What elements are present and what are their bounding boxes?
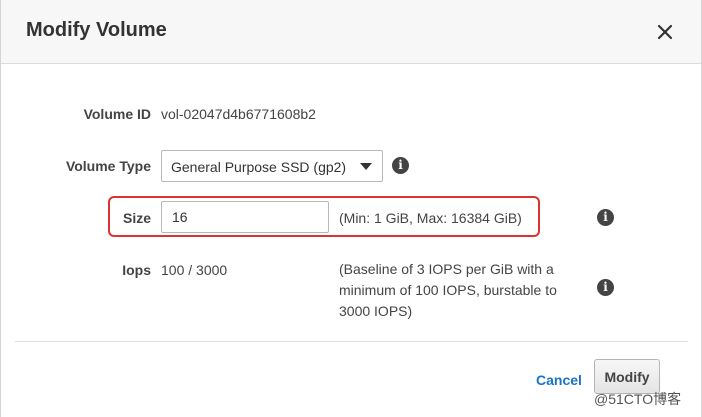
volume-id-value: vol-02047d4b6771608b2 (161, 106, 316, 122)
volume-type-select[interactable]: General Purpose SSD (gp2) (161, 150, 383, 182)
cancel-button[interactable]: Cancel (536, 372, 582, 388)
size-info-icon[interactable]: i (597, 209, 614, 226)
iops-note-line: (Baseline of 3 IOPS per GiB with a (339, 261, 554, 277)
chevron-down-icon (360, 163, 372, 170)
iops-note-line: minimum of 100 IOPS, burstable to (339, 282, 557, 298)
iops-info-icon[interactable]: i (597, 279, 614, 296)
footer-divider (15, 341, 688, 342)
dialog-title: Modify Volume (26, 19, 167, 41)
close-icon[interactable] (653, 20, 677, 44)
size-input[interactable] (161, 201, 329, 233)
watermark: @51CTO博客 (594, 391, 682, 407)
volume-type-selected-value: General Purpose SSD (gp2) (171, 159, 347, 175)
dialog-header: Modify Volume (1, 0, 701, 64)
modify-volume-dialog: Modify Volume Volume ID vol-02047d4b6771… (0, 0, 702, 417)
size-label: Size (122, 210, 151, 226)
iops-note-line: 3000 IOPS) (339, 303, 413, 319)
iops-value: 100 / 3000 (161, 262, 228, 278)
size-range-note: (Min: 1 GiB, Max: 16384 GiB) (339, 210, 522, 226)
iops-note: (Baseline of 3 IOPS per GiB with a minim… (339, 259, 557, 322)
volume-id-label: Volume ID (83, 106, 151, 122)
volume-type-info-icon[interactable]: i (392, 157, 409, 174)
iops-label: Iops (122, 262, 151, 278)
volume-type-label: Volume Type (65, 158, 151, 174)
